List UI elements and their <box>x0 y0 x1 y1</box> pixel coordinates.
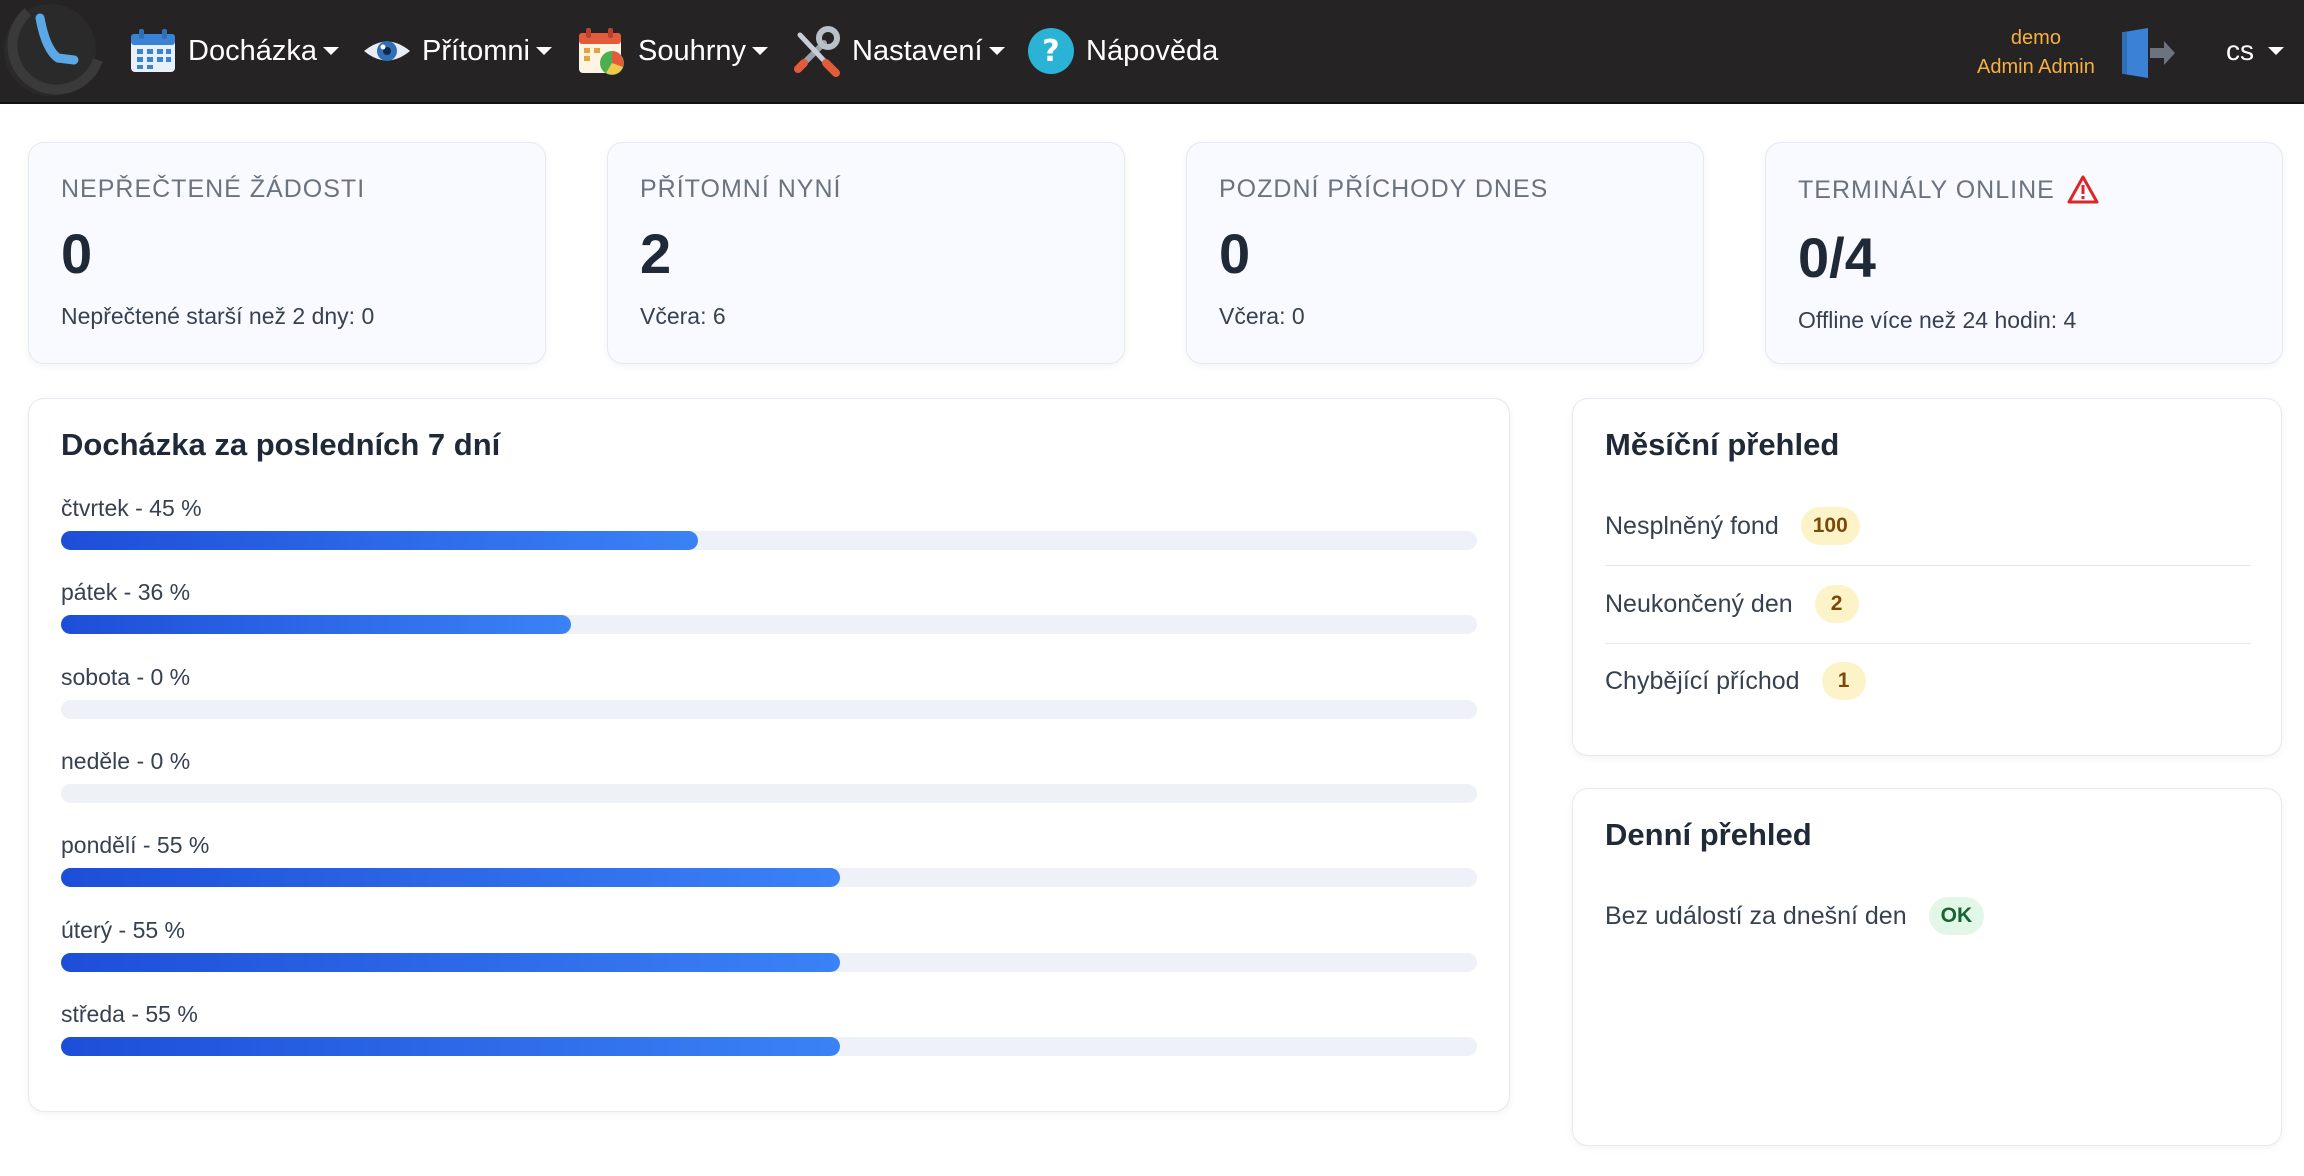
count-badge: 2 <box>1814 585 1859 623</box>
user-full-name: Admin Admin <box>1977 56 2095 78</box>
day-label: neděle - 0 % <box>61 748 191 774</box>
stat-value: 0/4 <box>1798 226 1876 289</box>
stat-value: 0 <box>61 222 93 285</box>
language-selector[interactable]: cs <box>2226 0 2284 102</box>
progress-track <box>61 531 1477 550</box>
stat-value: 2 <box>640 222 672 285</box>
progress-fill <box>61 531 699 550</box>
nav-souhrny-label: Souhrny <box>638 34 747 67</box>
stat-title: TERMINÁLY ONLINE <box>1798 175 2055 204</box>
attendance-day-row: sobota - 0 % <box>61 664 1477 724</box>
tools-icon <box>794 26 840 77</box>
chevron-down-icon <box>535 47 552 55</box>
nav-souhrny[interactable]: Souhrny <box>576 0 769 102</box>
progress-fill <box>61 868 840 887</box>
attendance-day-row: pondělí - 55 % <box>61 832 1477 892</box>
monthly-row-unfinished-day[interactable]: Neukončený den 2 <box>1605 565 2251 644</box>
progress-track <box>61 700 1477 719</box>
chevron-down-icon <box>2268 47 2284 55</box>
panel-title: Docházka za posledních 7 dní <box>61 427 501 462</box>
day-label: pátek - 36 % <box>61 579 191 605</box>
day-label: čtvrtek - 45 % <box>61 495 202 521</box>
stat-subtext: Včera: 6 <box>640 303 726 329</box>
stat-title: NEPŘEČTENÉ ŽÁDOSTI <box>61 175 366 203</box>
nav-pritomni[interactable]: Přítomni <box>362 0 552 102</box>
row-label: Neukončený den <box>1605 589 1793 618</box>
stat-value: 0 <box>1219 222 1251 285</box>
monthly-row-unfulfilled-fund[interactable]: Nesplněný fond 100 <box>1605 487 2251 566</box>
stat-title: POZDNÍ PŘÍCHODY DNES <box>1219 175 1549 203</box>
attendance-day-row: čtvrtek - 45 % <box>61 495 1477 555</box>
count-badge: 1 <box>1821 662 1866 700</box>
count-badge: 100 <box>1800 507 1860 545</box>
row-label: Bez událostí za dnešní den <box>1605 901 1907 930</box>
help-icon: ? <box>1028 28 1074 74</box>
status-badge: OK <box>1928 897 1985 935</box>
day-label: středa - 55 % <box>61 1001 198 1027</box>
nav-nastaveni[interactable]: Nastavení <box>790 0 1005 102</box>
app-logo-icon[interactable] <box>0 0 104 102</box>
stat-card-present-now[interactable]: PŘÍTOMNÍ NYNÍ 2 Včera: 6 <box>607 142 1125 364</box>
row-label: Chybějící příchod <box>1605 666 1800 695</box>
stat-card-unread-requests[interactable]: NEPŘEČTENÉ ŽÁDOSTI 0 Nepřečtené starší n… <box>28 142 546 364</box>
svg-text:?: ? <box>1042 34 1059 69</box>
nav-dochazka[interactable]: Docházka <box>128 0 339 102</box>
stat-subtext: Včera: 0 <box>1219 303 1305 329</box>
chevron-down-icon <box>988 47 1005 55</box>
progress-track <box>61 868 1477 887</box>
logout-icon[interactable] <box>2120 28 2176 78</box>
stat-subtext: Nepřečtené starší než 2 dny: 0 <box>61 303 375 329</box>
user-login: demo <box>2010 27 2061 49</box>
row-label: Nesplněný fond <box>1605 511 1779 540</box>
stat-card-late-arrivals[interactable]: POZDNÍ PŘÍCHODY DNES 0 Včera: 0 <box>1186 142 1704 364</box>
progress-fill <box>61 1037 840 1056</box>
nav-napoveda[interactable]: ? Nápověda <box>1026 0 1218 102</box>
progress-fill <box>61 615 571 634</box>
language-code: cs <box>2226 35 2254 66</box>
nav-pritomni-label: Přítomni <box>422 34 530 67</box>
attendance-day-row: středa - 55 % <box>61 1001 1477 1061</box>
day-label: úterý - 55 % <box>61 917 185 943</box>
attendance-panel: Docházka za posledních 7 dní čtvrtek - 4… <box>28 398 1510 1112</box>
eye-icon <box>364 41 410 61</box>
attendance-day-row: úterý - 55 % <box>61 917 1477 977</box>
stat-title-row: TERMINÁLY ONLINE <box>1798 175 2099 205</box>
monthly-overview-panel: Měsíční přehled Nesplněný fond 100 Neuko… <box>1572 398 2282 756</box>
progress-track <box>61 953 1477 972</box>
attendance-day-row: neděle - 0 % <box>61 748 1477 808</box>
top-navbar: Docházka Přítomni Souhrny Nastavení ? Ná… <box>0 0 2304 104</box>
daily-overview-panel: Denní přehled Bez událostí za dnešní den… <box>1572 788 2282 1146</box>
day-label: sobota - 0 % <box>61 664 191 690</box>
progress-track <box>61 615 1477 634</box>
panel-title: Denní přehled <box>1605 817 1812 852</box>
nav-dochazka-label: Docházka <box>188 34 317 67</box>
stat-card-terminals-online[interactable]: TERMINÁLY ONLINE 0/4 Offline více než 24… <box>1765 142 2283 364</box>
day-label: pondělí - 55 % <box>61 832 210 858</box>
user-info[interactable]: demo Admin Admin <box>1977 24 2095 82</box>
calendar-icon <box>131 29 175 72</box>
report-calendar-icon <box>579 28 624 75</box>
nav-nastaveni-label: Nastavení <box>852 34 983 67</box>
daily-row-no-events: Bez událostí za dnešní den OK <box>1605 877 2251 955</box>
progress-track <box>61 1037 1477 1056</box>
stat-subtext: Offline více než 24 hodin: 4 <box>1798 307 2077 333</box>
progress-fill <box>61 953 840 972</box>
nav-napoveda-label: Nápověda <box>1086 34 1219 67</box>
attendance-day-row: pátek - 36 % <box>61 579 1477 639</box>
stat-title: PŘÍTOMNÍ NYNÍ <box>640 175 842 203</box>
warning-icon <box>2067 175 2099 204</box>
progress-track <box>61 784 1477 803</box>
panel-title: Měsíční přehled <box>1605 427 1840 462</box>
monthly-row-missing-arrival[interactable]: Chybějící příchod 1 <box>1605 642 2251 720</box>
chevron-down-icon <box>322 47 339 55</box>
chevron-down-icon <box>752 47 769 55</box>
